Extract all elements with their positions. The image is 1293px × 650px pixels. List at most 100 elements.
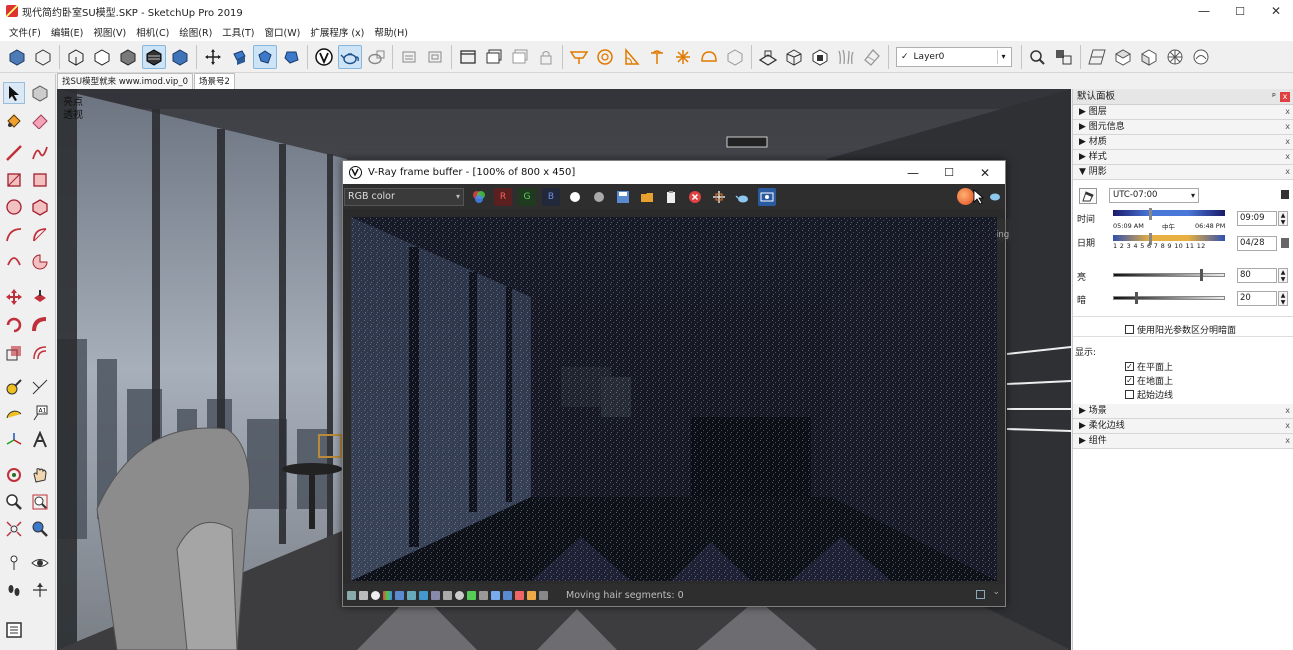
move-icon[interactable]: [201, 45, 225, 69]
exposure-icon[interactable]: [419, 590, 428, 600]
freehand-icon[interactable]: [29, 142, 51, 164]
eraser-icon[interactable]: [29, 109, 51, 131]
blue-channel-button[interactable]: B: [542, 187, 560, 206]
push-pull-tool-icon[interactable]: [29, 286, 51, 308]
move-tool-icon[interactable]: [3, 286, 25, 308]
tab-scene-1[interactable]: 找SU模型就来 www.imod.vip_0: [57, 73, 193, 89]
zoom-extents-icon[interactable]: [3, 518, 25, 540]
section-close-icon[interactable]: x: [1285, 150, 1290, 164]
two-point-arc-icon[interactable]: [29, 224, 51, 246]
log-icon[interactable]: [359, 590, 368, 600]
vray-frame-icon[interactable]: [423, 45, 447, 69]
minimize-button[interactable]: —: [1186, 0, 1222, 22]
layers-panel-icon[interactable]: [3, 644, 25, 650]
interactive-render-icon[interactable]: [364, 45, 388, 69]
menu-view[interactable]: 视图(V): [88, 25, 131, 39]
section-layers[interactable]: ▶ 图层 x: [1073, 105, 1293, 120]
dimension-icon[interactable]: [29, 376, 51, 398]
circle-icon[interactable]: [3, 196, 25, 218]
vray-proxy-icon[interactable]: [782, 45, 806, 69]
expand-panel-icon[interactable]: [976, 590, 985, 599]
wireframe-icon[interactable]: [64, 45, 88, 69]
collapse-panel-icon[interactable]: ⌄: [992, 587, 1000, 597]
offset-icon[interactable]: [29, 342, 51, 364]
on-ground-checkbox[interactable]: ✓ 在地面上: [1125, 374, 1173, 387]
light-field[interactable]: 80: [1237, 268, 1277, 283]
vray-logo-icon[interactable]: [312, 45, 336, 69]
date-field[interactable]: 04/28: [1237, 236, 1277, 251]
zoom-window-tool-icon[interactable]: [29, 491, 51, 513]
pixel-info-icon[interactable]: [527, 590, 536, 600]
fur-icon[interactable]: [834, 45, 858, 69]
section-close-icon[interactable]: x: [1285, 434, 1290, 448]
section-close-icon[interactable]: x: [1285, 404, 1290, 418]
orbit-icon[interactable]: [253, 44, 277, 69]
section-scenes[interactable]: ▶ 场景 x: [1073, 404, 1293, 419]
close-button[interactable]: ✕: [1258, 0, 1293, 22]
render-teapot-icon[interactable]: [338, 44, 362, 69]
zoom-window-icon[interactable]: [1052, 45, 1076, 69]
section-close-icon[interactable]: x: [1285, 120, 1290, 134]
alpha-white-icon[interactable]: [566, 188, 584, 206]
render-region-icon[interactable]: [508, 45, 532, 69]
pin-icon[interactable]: ᵖ: [1272, 89, 1276, 105]
tab-scene-2[interactable]: 场景号2: [193, 73, 235, 89]
light-spinner[interactable]: ▲ ▼: [1278, 268, 1288, 283]
use-sun-checkbox[interactable]: 使用阳光参数区分明暗面: [1125, 323, 1236, 336]
time-spinner[interactable]: ▲ ▼: [1278, 211, 1288, 226]
section-materials[interactable]: ▶ 材质 x: [1073, 135, 1293, 150]
vfb-maximize-button[interactable]: ☐: [931, 161, 967, 184]
light-slider-thumb[interactable]: [1200, 269, 1203, 281]
load-image-icon[interactable]: [638, 188, 656, 206]
batch-render-icon[interactable]: [482, 45, 506, 69]
render-stop-button[interactable]: [957, 188, 974, 205]
vfb-minimize-button[interactable]: —: [895, 161, 931, 184]
green-channel-button[interactable]: G: [518, 187, 536, 206]
iso-view-icon[interactable]: [1085, 45, 1109, 69]
ocio-icon[interactable]: [455, 590, 464, 600]
arc-icon[interactable]: [3, 224, 25, 246]
front-view-icon[interactable]: [1137, 45, 1161, 69]
pan-icon[interactable]: [279, 45, 303, 69]
timezone-select[interactable]: UTC-07:00 ▾: [1109, 188, 1199, 203]
menu-help[interactable]: 帮助(H): [369, 25, 413, 39]
menu-tools[interactable]: 工具(T): [217, 25, 259, 39]
select-arrow-icon[interactable]: [3, 82, 25, 104]
info-icon[interactable]: [371, 590, 380, 600]
hsl-icon[interactable]: [431, 590, 440, 600]
three-d-text-icon[interactable]: [29, 429, 51, 451]
infinite-plane-icon[interactable]: [756, 45, 780, 69]
levels-icon[interactable]: [395, 590, 404, 600]
protractor-icon[interactable]: [3, 402, 25, 424]
time-slider-thumb[interactable]: [1149, 208, 1152, 220]
pan-hand-icon[interactable]: [29, 464, 51, 486]
clear-image-icon[interactable]: [662, 188, 680, 206]
shadow-details-icon[interactable]: [1281, 190, 1289, 199]
previous-zoom-icon[interactable]: [29, 518, 51, 540]
right-view-icon[interactable]: [1163, 45, 1187, 69]
menu-extensions[interactable]: 扩展程序 (x): [305, 25, 369, 39]
vfb-title-bar[interactable]: V-Ray frame buffer - [100% of 800 x 450]…: [343, 161, 1005, 184]
section-soften-edges[interactable]: ▶ 柔化边线 x: [1073, 419, 1293, 434]
vfb-close-button[interactable]: ✕: [967, 161, 1003, 184]
save-image-icon[interactable]: [614, 188, 632, 206]
menu-edit[interactable]: 编辑(E): [46, 25, 88, 39]
axes-icon[interactable]: [3, 429, 25, 451]
sphere-light-icon[interactable]: [593, 45, 617, 69]
srgb-icon[interactable]: [467, 590, 476, 600]
rectangle-icon[interactable]: [3, 169, 25, 191]
line-pencil-icon[interactable]: [3, 142, 25, 164]
back-view-icon[interactable]: [1189, 45, 1213, 69]
maximize-button[interactable]: ☐: [1222, 0, 1258, 22]
channel-select[interactable]: RGB color ▾: [344, 187, 464, 206]
rotate-icon[interactable]: [3, 314, 25, 336]
stop-icon[interactable]: [686, 188, 704, 206]
mesh-light-icon[interactable]: [723, 45, 747, 69]
ies-light-icon[interactable]: [645, 45, 669, 69]
zoom-fit-icon[interactable]: [539, 590, 548, 600]
curves-icon[interactable]: [407, 590, 416, 600]
push-pull-icon[interactable]: [227, 45, 251, 69]
menu-draw[interactable]: 绘图(R): [174, 25, 217, 39]
xray-style-icon[interactable]: [5, 45, 29, 69]
calendar-icon[interactable]: [1281, 238, 1289, 248]
